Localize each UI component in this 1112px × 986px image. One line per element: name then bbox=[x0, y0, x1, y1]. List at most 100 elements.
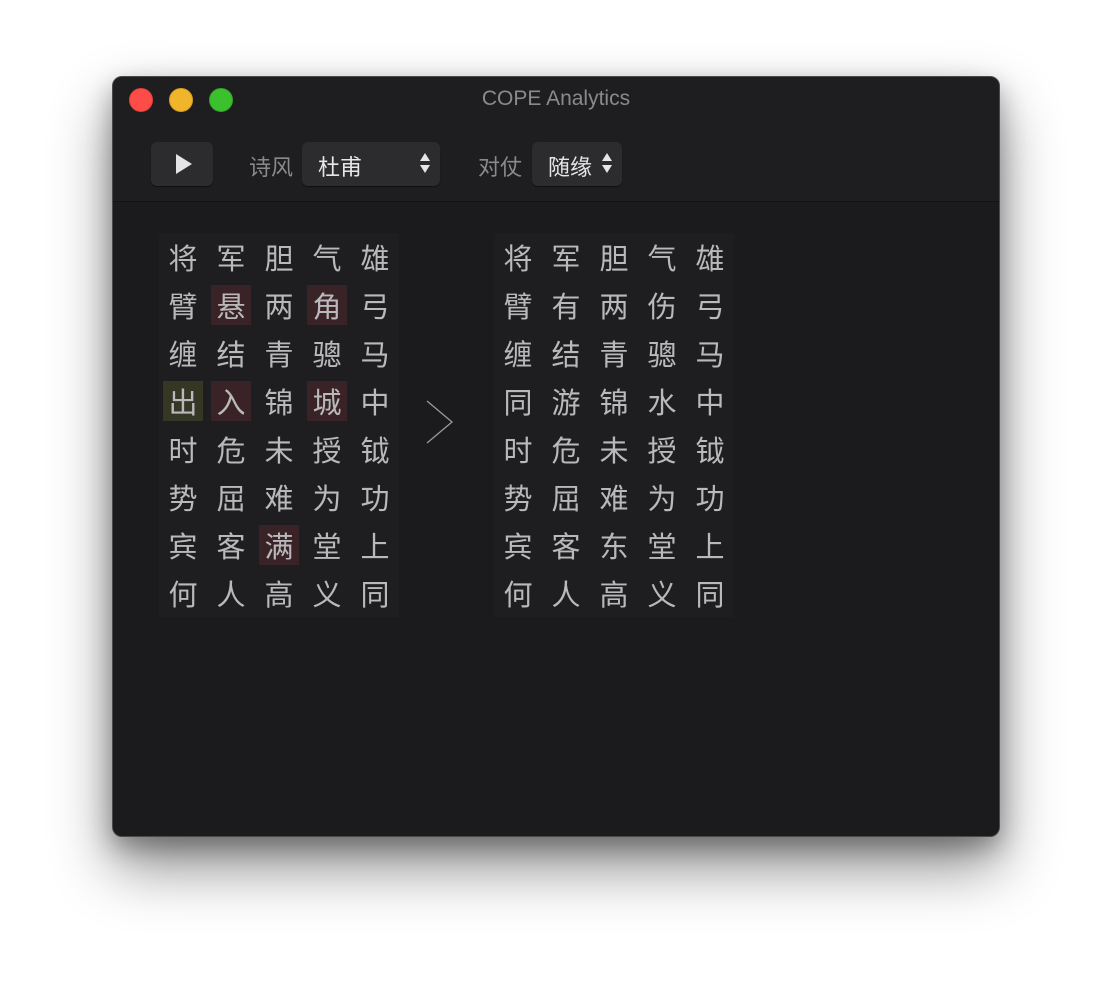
poem-char: 客 bbox=[542, 521, 590, 569]
poem-char: 钺 bbox=[686, 425, 734, 473]
poem-char-text: 将 bbox=[168, 242, 198, 276]
poem-char: 军 bbox=[542, 233, 590, 281]
poem-char: 中 bbox=[351, 377, 399, 425]
window-title: COPE Analytics bbox=[481, 87, 631, 110]
poem-char-text: 授 bbox=[647, 434, 677, 468]
poem-char: 胆 bbox=[590, 233, 638, 281]
poem-char: 高 bbox=[590, 569, 638, 617]
poem-char-text: 水 bbox=[647, 386, 677, 420]
poem-char: 马 bbox=[686, 329, 734, 377]
poem-char-text: 锦 bbox=[264, 386, 294, 420]
poem-char: 势 bbox=[494, 473, 542, 521]
parallel-select-value: 随缘 bbox=[548, 156, 593, 181]
poem-char: 缠 bbox=[494, 329, 542, 377]
poem-char-text: 同 bbox=[695, 578, 725, 612]
poem-char: 人 bbox=[542, 569, 590, 617]
poem-char: 危 bbox=[207, 425, 255, 473]
poem-char-text: 未 bbox=[264, 434, 294, 468]
poem-char-text: 高 bbox=[599, 578, 629, 612]
poem-char: 水 bbox=[638, 377, 686, 425]
poem-char-text: 上 bbox=[695, 530, 725, 564]
poem-char: 气 bbox=[638, 233, 686, 281]
poem-char-text: 气 bbox=[312, 242, 342, 276]
poem-char: 难 bbox=[255, 473, 303, 521]
poem-char-text: 将 bbox=[503, 242, 533, 276]
poem-char: 弓 bbox=[686, 281, 734, 329]
poem-char: 气 bbox=[303, 233, 351, 281]
play-icon bbox=[175, 154, 192, 174]
poem-char: 骢 bbox=[638, 329, 686, 377]
poem-char-text: 城 bbox=[312, 386, 342, 420]
poem-char: 雄 bbox=[686, 233, 734, 281]
poem-char-text: 胆 bbox=[264, 242, 294, 276]
style-select[interactable]: 杜甫 bbox=[302, 142, 440, 186]
poem-char-text: 有 bbox=[551, 290, 581, 324]
result-poem-grid: 将军胆气雄臂有两伤弓缠结青骢马同游锦水中时危未授钺势屈难为功宾客东堂上何人高义同 bbox=[494, 233, 734, 617]
poem-char-text: 两 bbox=[599, 290, 629, 324]
poem-char-text: 角 bbox=[312, 290, 342, 324]
poem-char-highlighted: 出 bbox=[159, 377, 207, 425]
poem-char-text: 功 bbox=[360, 482, 390, 516]
poem-char: 钺 bbox=[351, 425, 399, 473]
poem-char-text: 青 bbox=[264, 338, 294, 372]
poem-char-text: 宾 bbox=[168, 530, 198, 564]
original-poem-grid: 将军胆气雄臂悬两角弓缠结青骢马出入锦城中时危未授钺势屈难为功宾客满堂上何人高义同 bbox=[159, 233, 399, 617]
poem-char: 军 bbox=[207, 233, 255, 281]
play-button[interactable] bbox=[151, 142, 213, 186]
poem-char: 时 bbox=[159, 425, 207, 473]
poem-char: 客 bbox=[207, 521, 255, 569]
select-arrows-icon bbox=[602, 153, 612, 175]
poem-char-text: 宾 bbox=[503, 530, 533, 564]
poem-char-text: 何 bbox=[503, 578, 533, 612]
poem-char: 为 bbox=[303, 473, 351, 521]
poem-char: 锦 bbox=[590, 377, 638, 425]
poem-char-text: 结 bbox=[216, 338, 246, 372]
poem-char: 青 bbox=[255, 329, 303, 377]
poem-char-text: 同 bbox=[503, 386, 533, 420]
poem-char-text: 满 bbox=[264, 530, 294, 564]
poem-char: 上 bbox=[686, 521, 734, 569]
poem-char: 青 bbox=[590, 329, 638, 377]
poem-char: 结 bbox=[542, 329, 590, 377]
title-bar: COPE Analytics 诗风 杜甫 对仗 随缘 bbox=[113, 77, 999, 202]
poem-char-text: 入 bbox=[216, 386, 246, 420]
poem-char: 堂 bbox=[303, 521, 351, 569]
poem-char-text: 屈 bbox=[216, 482, 246, 516]
poem-char: 人 bbox=[207, 569, 255, 617]
poem-char-text: 高 bbox=[264, 578, 294, 612]
poem-char-text: 势 bbox=[168, 482, 198, 516]
app-window: COPE Analytics 诗风 杜甫 对仗 随缘 将军胆气雄臂悬两角弓缠结青… bbox=[112, 76, 1000, 837]
poem-char: 东 bbox=[590, 521, 638, 569]
poem-char: 未 bbox=[590, 425, 638, 473]
poem-char: 游 bbox=[542, 377, 590, 425]
poem-char-text: 时 bbox=[168, 434, 198, 468]
poem-char-highlighted: 角 bbox=[303, 281, 351, 329]
poem-char-highlighted: 悬 bbox=[207, 281, 255, 329]
poem-char-text: 客 bbox=[551, 530, 581, 564]
poem-char: 何 bbox=[159, 569, 207, 617]
poem-char-text: 钺 bbox=[360, 434, 390, 468]
poem-char-text: 弓 bbox=[360, 290, 390, 324]
parallel-select[interactable]: 随缘 bbox=[532, 142, 622, 186]
poem-char: 屈 bbox=[207, 473, 255, 521]
poem-char-text: 缠 bbox=[503, 338, 533, 372]
poem-char-text: 气 bbox=[647, 242, 677, 276]
poem-char-text: 同 bbox=[360, 578, 390, 612]
poem-char: 义 bbox=[638, 569, 686, 617]
poem-char-text: 客 bbox=[216, 530, 246, 564]
poem-char: 势 bbox=[159, 473, 207, 521]
poem-char-text: 臂 bbox=[503, 290, 533, 324]
poem-char: 两 bbox=[255, 281, 303, 329]
poem-char-text: 缠 bbox=[168, 338, 198, 372]
poem-char-highlighted: 入 bbox=[207, 377, 255, 425]
chevron-right-icon bbox=[426, 400, 454, 444]
poem-char-text: 臂 bbox=[168, 290, 198, 324]
style-select-value: 杜甫 bbox=[318, 156, 363, 181]
poem-char: 时 bbox=[494, 425, 542, 473]
poem-char: 难 bbox=[590, 473, 638, 521]
poem-char-text: 悬 bbox=[216, 290, 246, 324]
poem-char-text: 危 bbox=[551, 434, 581, 468]
poem-char-text: 人 bbox=[216, 578, 246, 612]
poem-char-text: 义 bbox=[647, 578, 677, 612]
poem-char: 义 bbox=[303, 569, 351, 617]
